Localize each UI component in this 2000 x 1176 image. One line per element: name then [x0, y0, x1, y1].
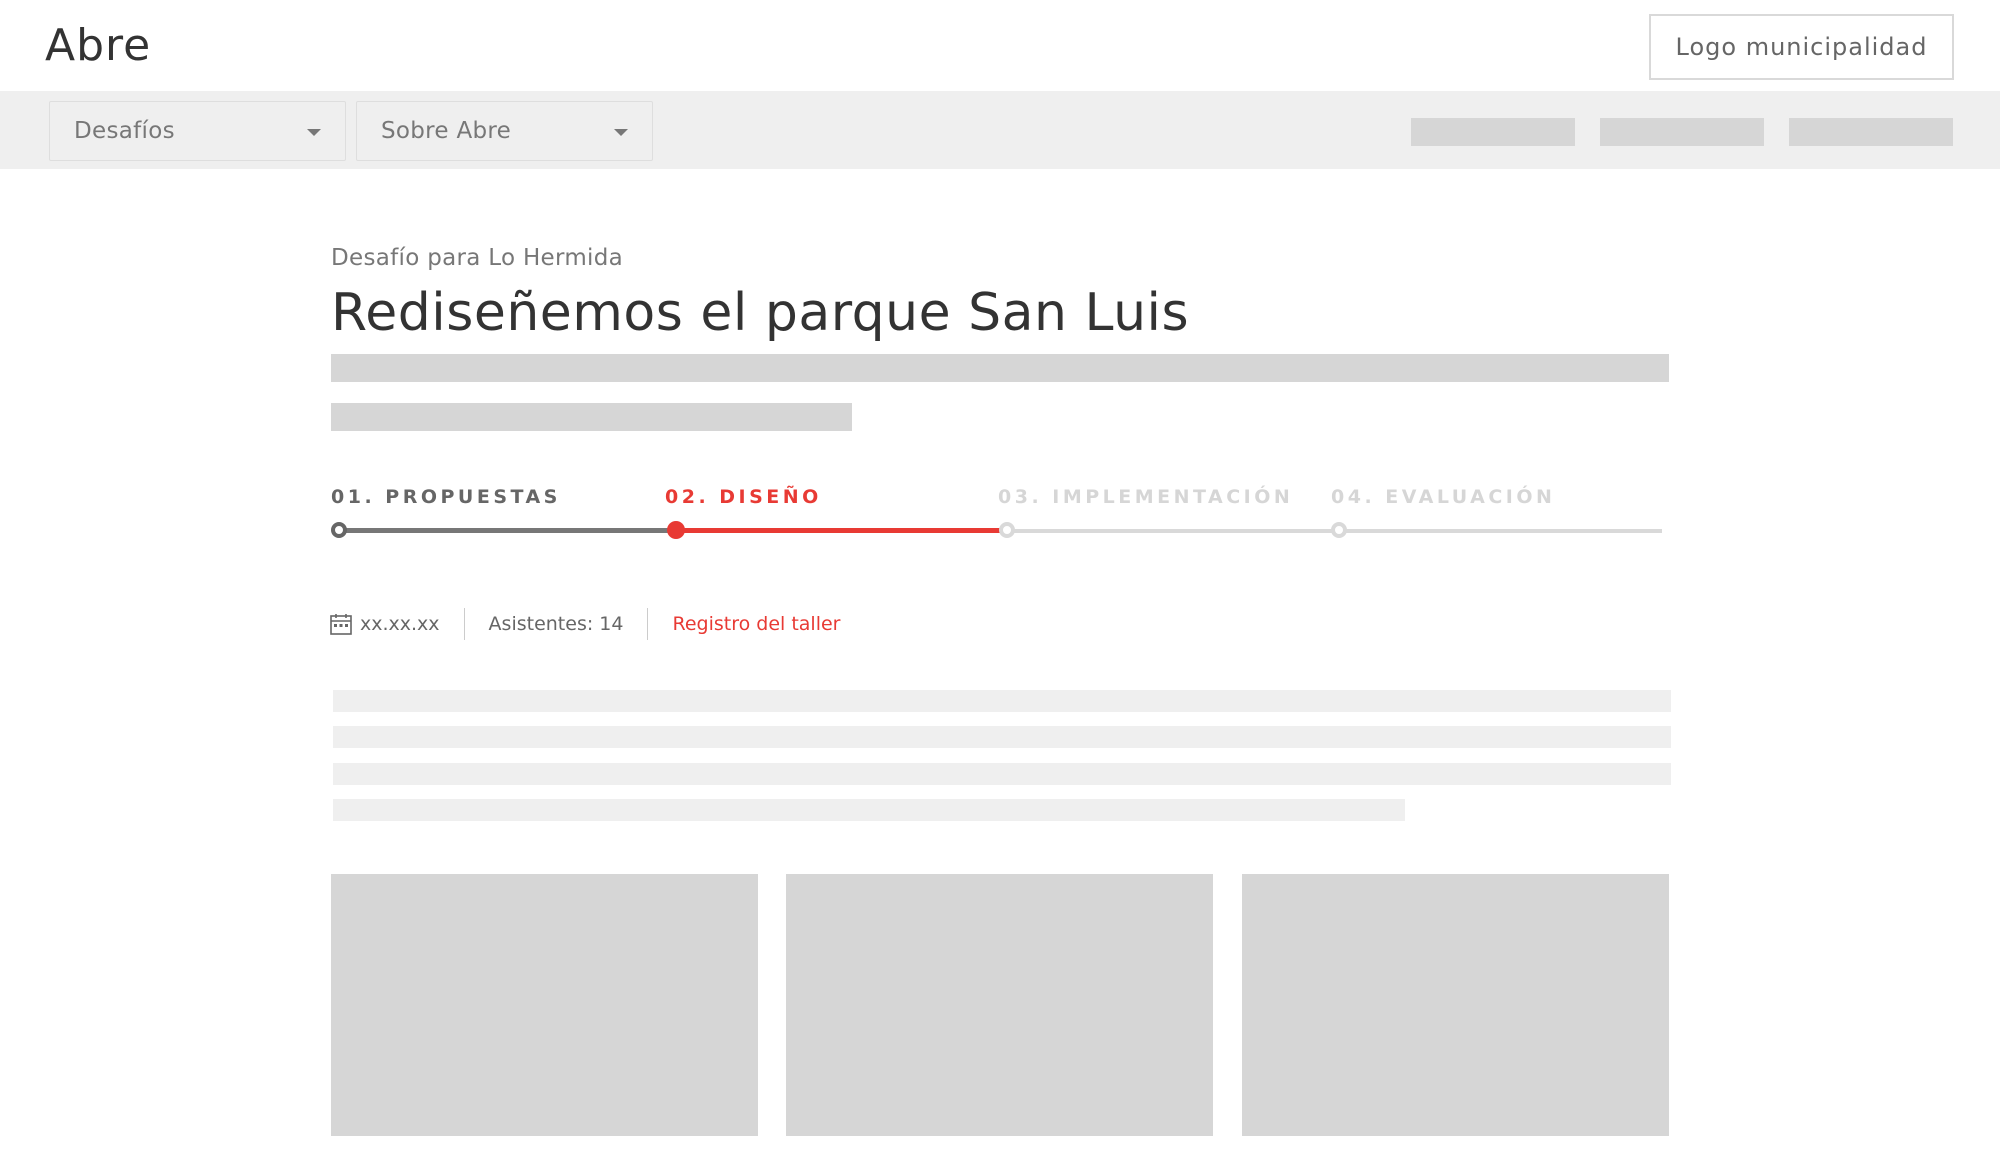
step-dot-propuestas[interactable]	[331, 522, 347, 538]
stepper-track-active	[676, 528, 1008, 533]
top-header: Abre Logo municipalidad	[0, 0, 2000, 91]
desafios-dropdown[interactable]: Desafíos	[49, 101, 346, 161]
nav-link-placeholder[interactable]	[1411, 118, 1575, 146]
description-placeholder-line	[331, 354, 1669, 382]
caret-down-icon	[614, 129, 628, 136]
step-dot-evaluacion[interactable]	[1331, 522, 1347, 538]
step-label-implementacion[interactable]: 03. IMPLEMENTACIÓN	[998, 486, 1293, 508]
brand-logo[interactable]: Abre	[45, 16, 151, 76]
attendee-count: Asistentes: 14	[488, 613, 624, 635]
meta-divider	[463, 608, 465, 640]
step-label-diseno[interactable]: 02. DISEÑO	[665, 486, 822, 508]
stepper-track-completed	[340, 528, 676, 533]
content-card-placeholder[interactable]	[1242, 874, 1669, 1136]
step-dot-implementacion[interactable]	[999, 522, 1015, 538]
nav-link-placeholder[interactable]	[1600, 118, 1764, 146]
body-placeholder-line	[333, 763, 1671, 785]
meta-divider	[647, 608, 649, 640]
challenge-title: Rediseñemos el parque San Luis	[331, 283, 1190, 343]
calendar-icon	[330, 613, 352, 635]
challenge-eyebrow: Desafío para Lo Hermida	[331, 245, 624, 271]
page: Abre Logo municipalidad Desafíos Sobre A…	[0, 0, 2000, 1176]
sobre-abre-dropdown[interactable]: Sobre Abre	[356, 101, 653, 161]
step-label-propuestas[interactable]: 01. PROPUESTAS	[331, 486, 561, 508]
municipality-logo-placeholder: Logo municipalidad	[1649, 14, 1954, 80]
body-placeholder-line	[333, 799, 1405, 821]
step-dot-diseno[interactable]	[667, 521, 685, 539]
workshop-date: xx.xx.xx	[360, 613, 440, 635]
workshop-register-link[interactable]: Registro del taller	[672, 613, 840, 635]
desafios-dropdown-label: Desafíos	[74, 118, 175, 144]
description-placeholder-line	[331, 403, 852, 431]
body-placeholder-line	[333, 690, 1671, 712]
content-card-placeholder[interactable]	[331, 874, 758, 1136]
workshop-meta-row: xx.xx.xx Asistentes: 14 Registro del tal…	[330, 608, 840, 640]
sobre-abre-dropdown-label: Sobre Abre	[381, 118, 512, 144]
caret-down-icon	[307, 129, 321, 136]
step-label-evaluacion[interactable]: 04. EVALUACIÓN	[1331, 486, 1555, 508]
main-nav-bar: Desafíos Sobre Abre	[0, 91, 2000, 169]
body-placeholder-line	[333, 726, 1671, 748]
content-card-placeholder[interactable]	[786, 874, 1213, 1136]
nav-link-placeholder[interactable]	[1789, 118, 1953, 146]
